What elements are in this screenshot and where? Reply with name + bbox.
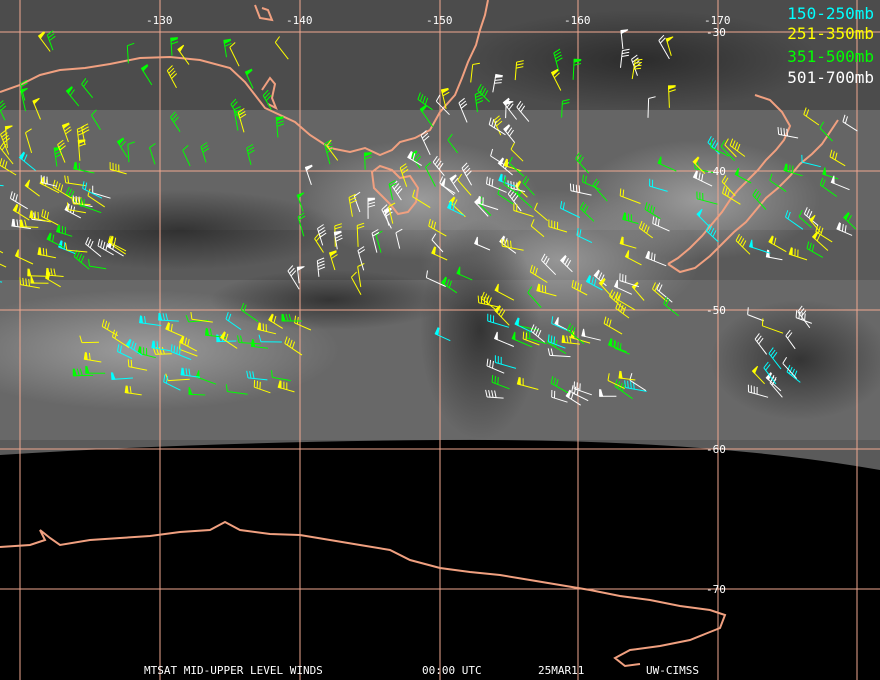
legend-501-700mb: 501-700mb [787,68,874,87]
legend-251-350mb: 251-350mb [787,24,874,43]
longitude-label: -150 [426,14,453,27]
longitude-label: -170 [704,14,731,27]
longitude-label: -160 [564,14,591,27]
observation-date: 25MAR11 [538,664,585,677]
longitude-label: -130 [146,14,173,27]
latitude-label: -70 [706,583,726,596]
legend-150-250mb: 150-250mb [787,4,874,23]
latitude-label: -30 [706,26,726,39]
longitude-label: -140 [286,14,313,27]
data-source: UW-CIMSS [646,664,699,677]
observation-time: 00:00 UTC [422,664,482,677]
latitude-label: -50 [706,304,726,317]
image-caption: MTSAT MID-UPPER LEVEL WINDS 00:00 UTC 25… [0,664,880,678]
latitude-label: -60 [706,443,726,456]
water-vapor-image [0,0,880,680]
product-name: MTSAT MID-UPPER LEVEL WINDS [144,664,323,677]
legend-351-500mb: 351-500mb [787,47,874,66]
latitude-label: -40 [706,165,726,178]
antarctica-coastline [0,520,727,668]
map-canvas: -130 -140 -150 -160 -170 -30 -40 -50 -60… [0,0,880,680]
